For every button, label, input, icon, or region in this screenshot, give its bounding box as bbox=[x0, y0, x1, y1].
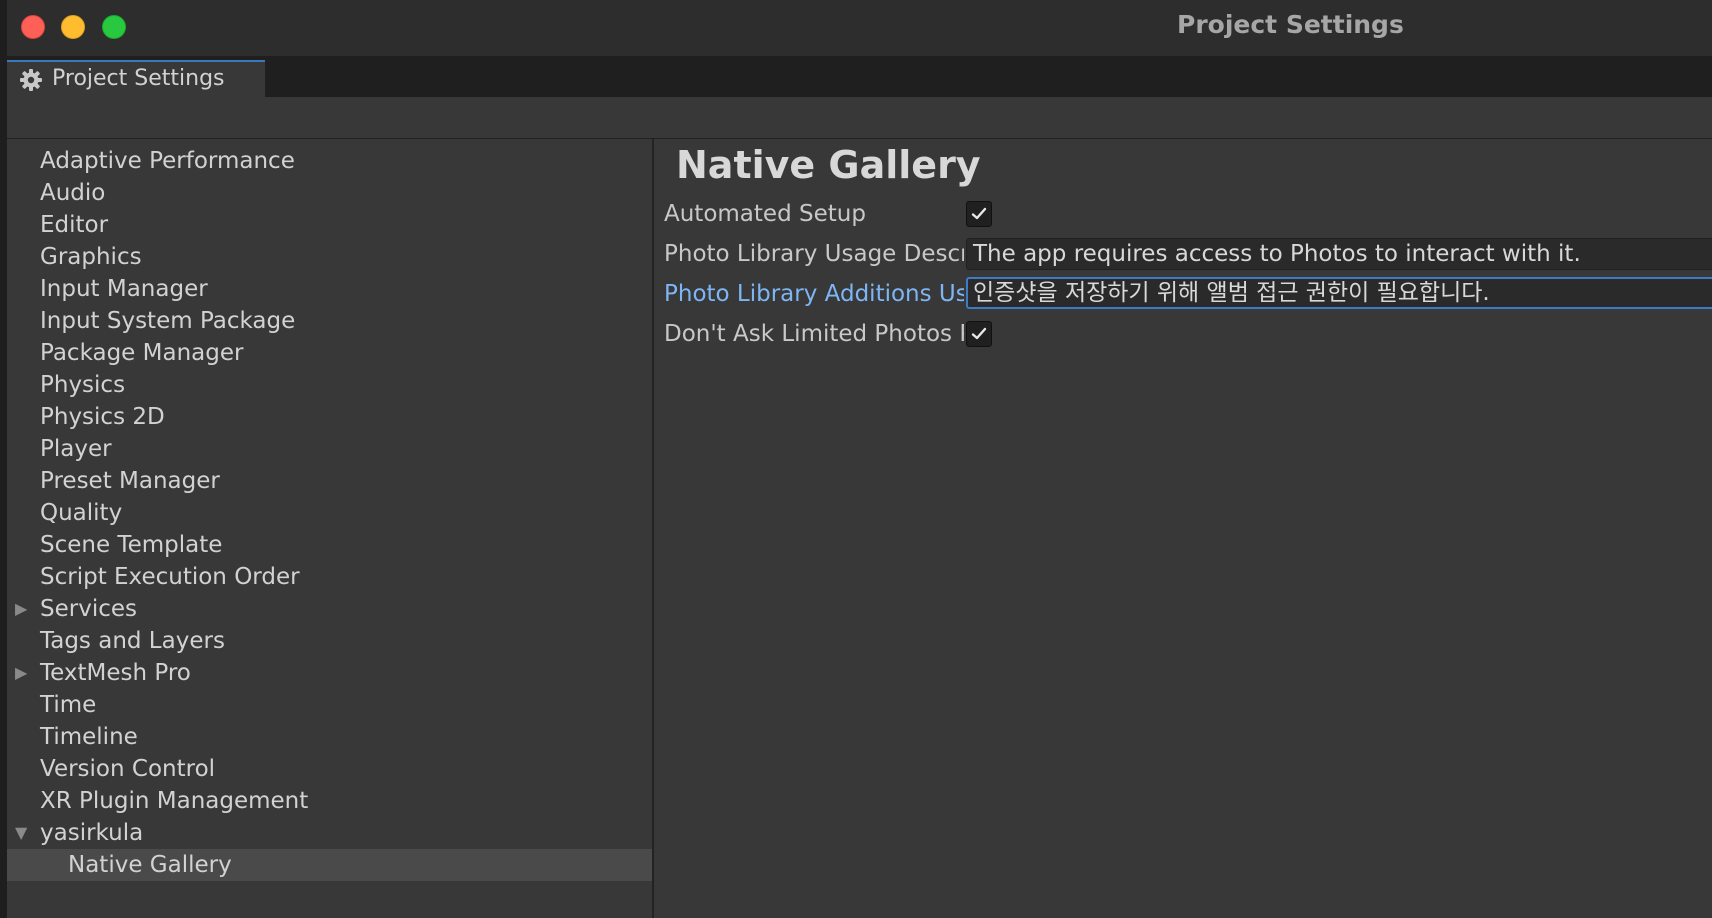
sidebar-item-input-manager[interactable]: Input Manager bbox=[7, 273, 652, 305]
photo-library-additions-usage-field[interactable]: 인증샷을 저장하기 위해 앨범 접근 권한이 필요합니다. bbox=[966, 277, 1712, 309]
sidebar-item-quality[interactable]: Quality bbox=[7, 497, 652, 529]
sidebar-item-label: Package Manager bbox=[40, 340, 244, 366]
minimize-window-button[interactable] bbox=[61, 15, 85, 39]
sidebar-item-label: Editor bbox=[40, 212, 109, 238]
sidebar-item-preset-manager[interactable]: Preset Manager bbox=[7, 465, 652, 497]
sidebar-item-label: Timeline bbox=[40, 724, 138, 750]
sidebar-item-timeline[interactable]: Timeline bbox=[7, 721, 652, 753]
sidebar-item-label: Scene Template bbox=[40, 532, 223, 558]
sidebar-item-label: Script Execution Order bbox=[40, 564, 300, 590]
settings-sidebar: Adaptive Performance Audio Editor Graphi… bbox=[7, 139, 654, 918]
sidebar-item-label: Tags and Layers bbox=[40, 628, 225, 654]
photo-library-usage-description-label: Photo Library Usage Descr bbox=[664, 241, 964, 267]
sidebar-item-editor[interactable]: Editor bbox=[7, 209, 652, 241]
sidebar-item-label: TextMesh Pro bbox=[40, 660, 191, 686]
title-bar: Project Settings bbox=[7, 0, 1712, 57]
sidebar-item-script-execution-order[interactable]: Script Execution Order bbox=[7, 561, 652, 593]
automated-setup-checkbox[interactable] bbox=[966, 201, 992, 227]
settings-content-panel: Native Gallery Automated Setup Photo Lib… bbox=[656, 139, 1712, 918]
collapse-arrow-icon[interactable]: ▼ bbox=[15, 817, 27, 849]
expand-arrow-icon[interactable]: ▶ bbox=[15, 593, 27, 625]
gear-icon bbox=[19, 68, 43, 92]
page-title: Native Gallery bbox=[676, 143, 981, 187]
sidebar-item-label: Input Manager bbox=[40, 276, 208, 302]
sidebar-item-scene-template[interactable]: Scene Template bbox=[7, 529, 652, 561]
sidebar-item-label: Native Gallery bbox=[68, 852, 232, 878]
dont-ask-limited-photos-checkbox[interactable] bbox=[966, 321, 992, 347]
sidebar-item-services[interactable]: ▶ Services bbox=[7, 593, 652, 625]
sidebar-item-xr-plugin-management[interactable]: XR Plugin Management bbox=[7, 785, 652, 817]
sidebar-item-textmesh-pro[interactable]: ▶ TextMesh Pro bbox=[7, 657, 652, 689]
sidebar-item-label: Version Control bbox=[40, 756, 216, 782]
sidebar-item-physics[interactable]: Physics bbox=[7, 369, 652, 401]
photo-library-usage-description-field[interactable]: The app requires access to Photos to int… bbox=[966, 238, 1712, 270]
sidebar-item-audio[interactable]: Audio bbox=[7, 177, 652, 209]
sidebar-item-label: Physics bbox=[40, 372, 126, 398]
expand-arrow-icon[interactable]: ▶ bbox=[15, 657, 27, 689]
background-window-edge bbox=[0, 0, 7, 918]
tab-strip: Project Settings bbox=[7, 57, 1712, 97]
sidebar-item-label: yasirkula bbox=[40, 820, 144, 846]
sidebar-item-graphics[interactable]: Graphics bbox=[7, 241, 652, 273]
sidebar-item-label: Preset Manager bbox=[40, 468, 220, 494]
sidebar-item-input-system-package[interactable]: Input System Package bbox=[7, 305, 652, 337]
automated-setup-label: Automated Setup bbox=[664, 201, 866, 227]
checkmark-icon bbox=[971, 207, 987, 220]
project-settings-window: Project Settings Project Settings Adapti… bbox=[0, 0, 1712, 918]
sidebar-item-yasirkula[interactable]: ▼ yasirkula bbox=[7, 817, 652, 849]
sidebar-item-label: Graphics bbox=[40, 244, 142, 270]
sidebar-item-label: Time bbox=[40, 692, 97, 718]
sidebar-item-label: XR Plugin Management bbox=[40, 788, 309, 814]
sidebar-item-adaptive-performance[interactable]: Adaptive Performance bbox=[7, 145, 652, 177]
sidebar-item-time[interactable]: Time bbox=[7, 689, 652, 721]
sidebar-item-label: Services bbox=[40, 596, 137, 622]
sidebar-item-label: Input System Package bbox=[40, 308, 296, 334]
sidebar-item-native-gallery[interactable]: Native Gallery bbox=[7, 849, 652, 881]
checkmark-icon bbox=[971, 327, 987, 340]
sidebar-item-physics-2d[interactable]: Physics 2D bbox=[7, 401, 652, 433]
sidebar-item-tags-and-layers[interactable]: Tags and Layers bbox=[7, 625, 652, 657]
dont-ask-limited-photos-label: Don't Ask Limited Photos P bbox=[664, 321, 964, 347]
sidebar-item-label: Player bbox=[40, 436, 112, 462]
photo-library-additions-usage-label: Photo Library Additions Us bbox=[664, 281, 964, 307]
window-title: Project Settings bbox=[1177, 10, 1404, 39]
close-window-button[interactable] bbox=[21, 15, 45, 39]
sidebar-item-label: Quality bbox=[40, 500, 123, 526]
tab-label: Project Settings bbox=[52, 66, 225, 91]
sidebar-item-label: Adaptive Performance bbox=[40, 148, 295, 174]
sidebar-item-player[interactable]: Player bbox=[7, 433, 652, 465]
tab-project-settings[interactable]: Project Settings bbox=[7, 60, 265, 97]
settings-toolbar bbox=[7, 97, 1712, 139]
sidebar-item-label: Physics 2D bbox=[40, 404, 165, 430]
zoom-window-button[interactable] bbox=[102, 15, 126, 39]
sidebar-item-version-control[interactable]: Version Control bbox=[7, 753, 652, 785]
sidebar-item-package-manager[interactable]: Package Manager bbox=[7, 337, 652, 369]
sidebar-item-label: Audio bbox=[40, 180, 106, 206]
